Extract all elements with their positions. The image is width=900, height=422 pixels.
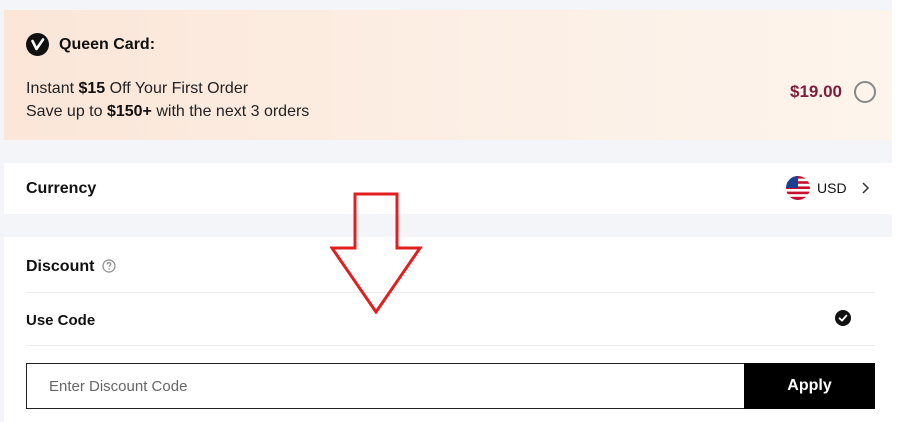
divider: [26, 292, 875, 293]
queen-card-price: $19.00: [790, 82, 842, 101]
apply-button[interactable]: Apply: [744, 363, 875, 409]
queen-card-radio[interactable]: [854, 81, 876, 103]
checkmark-circle-icon[interactable]: [835, 310, 851, 326]
discount-title: Discount: [26, 258, 95, 275]
divider: [26, 345, 875, 346]
queen-card-option[interactable]: Queen Card: Instant $15 Off Your First O…: [4, 10, 892, 140]
queen-card-benefit-1: Instant $15 Off Your First Order: [26, 80, 249, 97]
currency-code: USD: [817, 180, 847, 196]
currency-label: Currency: [26, 180, 97, 197]
chevron-right-icon: [860, 179, 872, 197]
queen-card-logo-icon: [26, 33, 49, 56]
use-code-label: Use Code: [26, 312, 96, 329]
currency-selector[interactable]: Currency USD: [4, 163, 892, 214]
us-flag-icon: [786, 176, 810, 200]
discount-code-input[interactable]: [26, 363, 745, 409]
help-icon[interactable]: [102, 259, 116, 273]
page-edge-strip: [892, 0, 900, 422]
queen-card-benefit-2: Save up to $150+ with the next 3 orders: [26, 103, 310, 120]
discount-panel: Discount Use Code Apply: [4, 237, 892, 422]
queen-card-title: Queen Card:: [59, 36, 156, 53]
